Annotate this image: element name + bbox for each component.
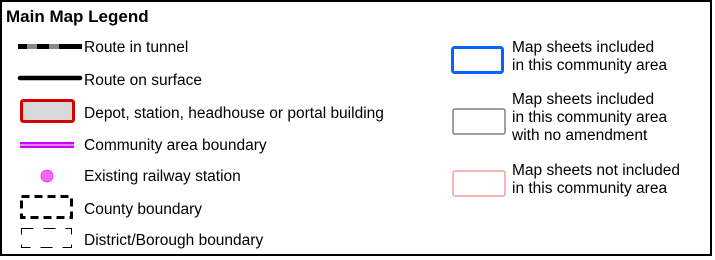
legend-label-building: Depot, station, headhouse or portal buil…	[84, 105, 384, 122]
tunnel-route-icon	[18, 44, 82, 49]
legend-label-sheet-no-amendment: Map sheets included in this community ar…	[512, 91, 668, 144]
building-icon	[20, 99, 75, 123]
county-boundary-icon	[20, 195, 73, 219]
legend-label-county: County boundary	[84, 201, 203, 218]
legend-label-sheet-included: Map sheets included in this community ar…	[512, 39, 668, 74]
legend-label-sheet-not-included: Map sheets not included in this communit…	[512, 162, 681, 197]
legend-label-tunnel: Route in tunnel	[84, 39, 189, 56]
legend-panel: Main Map Legend Route in tunnel Route on…	[0, 0, 712, 256]
railway-station-icon	[40, 169, 54, 183]
district-boundary-icon	[21, 228, 72, 248]
sheet-no-amendment-icon	[452, 108, 506, 135]
legend-label-district: District/Borough boundary	[84, 232, 264, 249]
legend-label-railway-station: Existing railway station	[84, 168, 241, 185]
legend-title: Main Map Legend	[6, 7, 149, 26]
sheet-included-icon	[451, 46, 504, 74]
surface-route-icon	[17, 75, 83, 81]
community-boundary-icon	[20, 142, 74, 148]
legend-label-surface: Route on surface	[84, 72, 203, 89]
sheet-not-included-icon	[452, 170, 506, 197]
legend-label-community: Community area boundary	[84, 137, 267, 154]
